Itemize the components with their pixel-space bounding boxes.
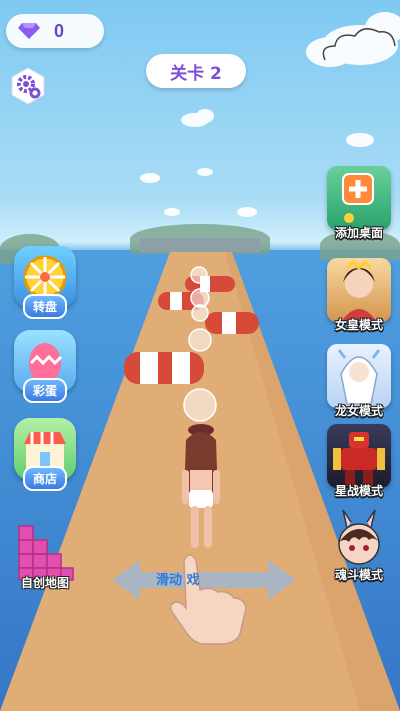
shop-button[interactable]: 商店: [12, 418, 78, 491]
shop-label: 商店: [22, 466, 67, 491]
wheel-button[interactable]: 转盘: [12, 246, 78, 319]
robot-icon: [327, 424, 391, 488]
gear-icon: [11, 67, 45, 105]
bunny-boy-icon: [327, 508, 391, 572]
gem-count: 0: [54, 20, 65, 41]
star-war-mode-label: 星战模式: [334, 484, 383, 498]
egg-button[interactable]: 彩蛋: [12, 330, 78, 403]
swipe-hint-text: 滑动 戏: [156, 573, 200, 588]
add-desktop-label: 添加桌面: [334, 226, 383, 240]
dragon-girl-mode-button[interactable]: 龙女模式: [324, 344, 394, 419]
dragon-girl-mode-label: 龙女模式: [334, 404, 383, 418]
gem-counter: 0: [6, 14, 104, 48]
add-desktop-icon: [327, 166, 391, 230]
map-blocks-icon: [15, 522, 75, 582]
empress-mode-button[interactable]: 女皇模式: [324, 258, 394, 333]
create-map-button[interactable]: 自创地图: [8, 522, 82, 591]
level-label: 关卡 2: [146, 54, 246, 88]
create-map-label: 自创地图: [20, 576, 69, 590]
soul-fight-mode-label: 魂斗模式: [334, 568, 383, 582]
platform: [140, 238, 260, 252]
empress-icon: [327, 258, 391, 322]
add-desktop-button[interactable]: 添加桌面: [324, 166, 394, 241]
game-scene[interactable]: 0 关卡 2 转盘 彩蛋 商店 自创地图 添加桌面 女皇模式 龙女模式 星战模式…: [0, 0, 400, 711]
egg-label: 彩蛋: [22, 378, 67, 403]
dragon-girl-icon: [327, 344, 391, 408]
gem-icon: [18, 23, 40, 39]
empress-mode-label: 女皇模式: [334, 318, 383, 332]
wheel-label: 转盘: [22, 294, 67, 319]
star-war-mode-button[interactable]: 星战模式: [324, 424, 394, 499]
settings-button[interactable]: [8, 66, 48, 106]
soul-fight-mode-button[interactable]: 魂斗模式: [324, 508, 394, 583]
